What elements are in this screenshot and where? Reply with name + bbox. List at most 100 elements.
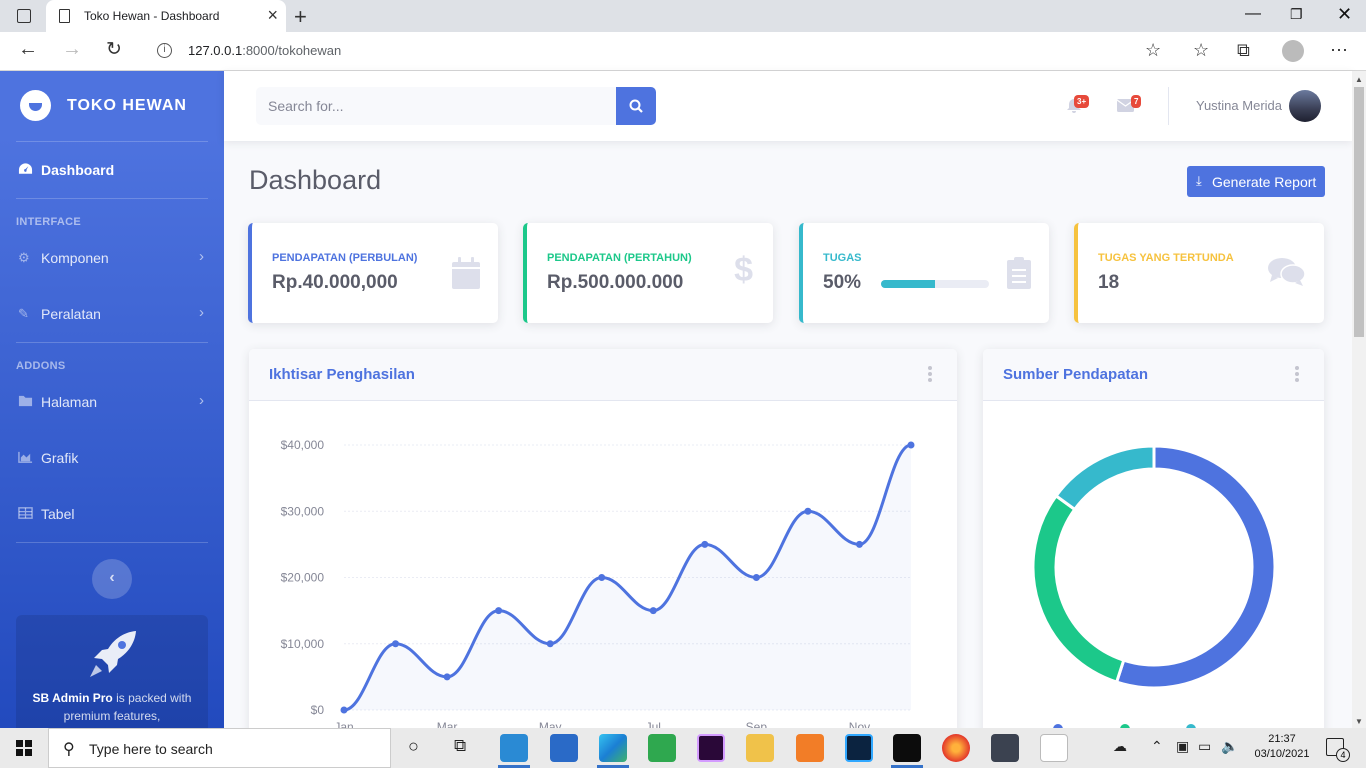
chevron-up-icon[interactable]: ⌃ — [1151, 738, 1163, 755]
app-icon[interactable] — [991, 734, 1019, 762]
search-icon — [629, 99, 643, 113]
premiere-icon[interactable] — [697, 734, 725, 762]
firefox-icon[interactable] — [942, 734, 970, 762]
card-label: TUGAS YANG TERTUNDA — [1098, 252, 1234, 264]
terminal-icon[interactable] — [891, 734, 923, 768]
sidebar-brand[interactable]: TOKO HEWAN — [0, 71, 224, 141]
photoshop-icon[interactable] — [845, 734, 873, 762]
more-options-icon[interactable] — [928, 366, 932, 382]
data-point — [546, 640, 554, 648]
card-value: 50% — [823, 272, 862, 293]
data-point — [752, 574, 760, 581]
restore-button[interactable]: ❐ — [1290, 6, 1303, 23]
data-point — [598, 574, 606, 581]
y-tick-label: $20,000 — [281, 571, 325, 585]
address-bar[interactable]: i 127.0.0.1:8000/tokohewan — [144, 36, 1174, 66]
data-point — [340, 706, 348, 714]
topbar: 3+ 7 Yustina Merida — [224, 71, 1352, 141]
sidebar-item-label: Komponen — [41, 250, 109, 266]
browser-tab[interactable]: Toko Hewan - Dashboard × — [46, 0, 286, 32]
topbar-divider — [1168, 87, 1169, 125]
earnings-area-chart: $0$10,000$20,000$30,000$40,000Jan Mar May J… — [281, 438, 915, 734]
sidebar-item-label: Tabel — [41, 506, 75, 522]
scroll-down-icon[interactable]: ▼ — [1355, 717, 1363, 726]
pie-chart-title: Sumber Pendapatan — [1003, 366, 1149, 383]
taskbar-search-box[interactable]: ⚲ Type here to search — [48, 728, 391, 768]
windows-start-icon[interactable] — [16, 740, 32, 756]
sidebar-toggle-button[interactable]: ‹ — [92, 559, 132, 599]
page-scrollbar[interactable]: ▲ ▼ — [1352, 71, 1366, 728]
meet-now-icon[interactable]: ▣ — [1176, 738, 1189, 755]
messages-dropdown[interactable]: 7 — [1116, 95, 1142, 117]
sidebar-heading-interface: INTERFACE — [16, 216, 82, 228]
forward-icon[interactable]: → — [62, 38, 82, 61]
refresh-icon[interactable]: ↻ — [106, 38, 122, 61]
page-title: Dashboard — [249, 165, 382, 195]
scrollbar-thumb[interactable] — [1354, 87, 1364, 337]
chevron-right-icon: › — [199, 248, 204, 265]
edge-icon[interactable] — [597, 734, 629, 768]
url-text[interactable]: 127.0.0.1:8000/tokohewan — [188, 43, 341, 58]
generate-report-button[interactable]: ⤓ Generate Report — [1187, 166, 1325, 197]
search-button[interactable] — [616, 87, 656, 125]
scroll-up-icon[interactable]: ▲ — [1355, 75, 1363, 84]
xampp-icon[interactable] — [796, 734, 824, 762]
browser-tab-strip: Toko Hewan - Dashboard × + — ❐ ✕ — [0, 0, 1366, 32]
sidebar-item-label: Halaman — [41, 394, 98, 410]
favorites-icon[interactable]: ☆ — [1193, 40, 1209, 61]
weather-icon[interactable]: ☁ — [1113, 738, 1127, 755]
back-icon[interactable]: ← — [18, 38, 38, 61]
clock[interactable]: 21:37 03/10/2021 — [1252, 732, 1312, 762]
minimize-button[interactable]: — — [1245, 5, 1261, 23]
tab-actions-icon[interactable] — [17, 9, 31, 23]
sidebar-item-peralatan[interactable]: ✎ Peralatan › — [0, 294, 224, 334]
dollar-icon: $ — [734, 251, 753, 289]
revenue-sources-donut-chart — [1031, 444, 1277, 734]
vscode-icon[interactable] — [498, 734, 530, 768]
sidebar-divider — [16, 141, 208, 142]
data-point — [443, 673, 451, 681]
file-explorer-icon[interactable] — [746, 734, 774, 762]
avatar[interactable] — [1289, 90, 1321, 122]
search-input[interactable] — [256, 87, 616, 125]
battery-icon[interactable]: ▭ — [1198, 738, 1211, 755]
more-options-icon[interactable] — [1295, 366, 1299, 382]
close-window-button[interactable]: ✕ — [1337, 4, 1352, 25]
wrench-icon: ✎ — [18, 306, 29, 321]
profile-icon[interactable] — [1282, 40, 1304, 62]
sidebar-item-label: Dashboard — [41, 162, 115, 178]
alerts-dropdown[interactable]: 3+ — [1066, 95, 1090, 119]
collections-icon[interactable]: ⧉ — [1237, 40, 1250, 61]
card-pending-requests: TUGAS YANG TERTUNDA 18 — [1074, 223, 1324, 323]
mail-icon[interactable] — [550, 734, 578, 762]
app-icon[interactable] — [1040, 734, 1068, 762]
task-view-icon[interactable]: ⧉ — [454, 736, 466, 756]
sidebar-item-tabel[interactable]: Tabel — [0, 494, 224, 534]
new-tab-button[interactable]: + — [294, 4, 307, 30]
chart-area-icon — [18, 451, 33, 463]
search-group — [256, 87, 616, 125]
sidebar-item-grafik[interactable]: Grafik — [0, 438, 224, 478]
volume-icon[interactable]: 🔈 — [1221, 738, 1238, 755]
sidebar-item-komponen[interactable]: ⚙ Komponen › — [0, 238, 224, 278]
sidebar-item-dashboard[interactable]: Dashboard — [0, 150, 224, 190]
notifications-icon[interactable]: 4 — [1326, 738, 1350, 762]
card-label: PENDAPATAN (PERTAHUN) — [547, 252, 692, 264]
user-name[interactable]: Yustina Merida — [1196, 98, 1282, 113]
close-tab-icon[interactable]: × — [267, 5, 278, 26]
messages-badge: 7 — [1131, 95, 1142, 108]
card-value: Rp.40.000,000 — [272, 272, 398, 293]
info-icon[interactable]: i — [157, 43, 172, 58]
sidebar-heading-addons: ADDONS — [16, 360, 66, 372]
cortana-icon[interactable]: ○ — [408, 736, 419, 757]
more-menu-icon[interactable]: ⋯ — [1330, 40, 1348, 61]
calendar-icon — [452, 257, 480, 289]
area-chart-card: Ikhtisar Penghasilan $0 $10,000 $20,000 $30… — [249, 349, 957, 749]
add-favorite-icon[interactable]: ☆ — [1145, 40, 1161, 61]
card-monthly-earnings: PENDAPATAN (PERBULAN) Rp.40.000,000 — [248, 223, 498, 323]
taskbar-search-text: Type here to search — [89, 741, 213, 757]
generate-report-label: Generate Report — [1212, 174, 1317, 190]
sidebar-item-halaman[interactable]: Halaman › — [0, 382, 224, 422]
tasks-progress-bar — [881, 280, 989, 288]
app-icon[interactable] — [648, 734, 676, 762]
